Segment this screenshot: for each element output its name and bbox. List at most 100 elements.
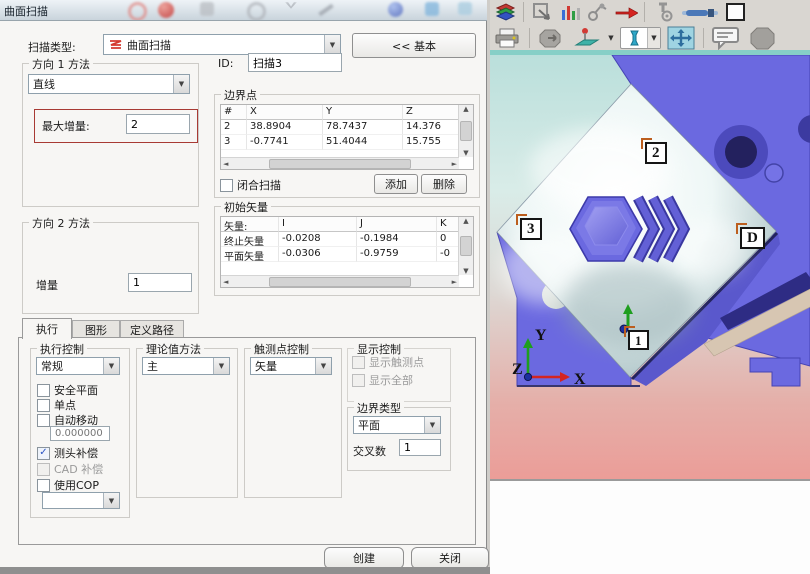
probe-select-combo[interactable]: ▼ xyxy=(620,27,661,49)
checkbox-box[interactable] xyxy=(37,463,50,476)
counterbore-hole xyxy=(714,125,768,179)
hit-control-combo[interactable]: 矢量 ▼ xyxy=(250,357,332,375)
exec-mode-combo[interactable]: 常规 ▼ xyxy=(36,357,120,375)
add-button[interactable]: 添加 xyxy=(374,174,418,194)
col-header[interactable]: J xyxy=(357,217,437,232)
table-cell[interactable]: 终止矢量 xyxy=(221,232,279,247)
histogram-icon[interactable] xyxy=(558,1,582,23)
increment-input[interactable] xyxy=(128,273,192,292)
table-cell[interactable]: 14.376 xyxy=(403,120,459,135)
table-cell[interactable]: -0.0208 xyxy=(279,232,357,247)
auto-move-distance-input[interactable] xyxy=(50,426,110,441)
table-cell[interactable]: -0.1984 xyxy=(357,232,437,247)
checkbox-box[interactable] xyxy=(37,384,50,397)
chevron-down-icon[interactable]: ▼ xyxy=(647,28,660,48)
table-cell[interactable]: 2 xyxy=(221,120,247,135)
scan-type-combo[interactable]: 曲面扫描 ▼ xyxy=(103,34,341,55)
red-arrow-icon[interactable] xyxy=(614,1,638,23)
probe-plane-icon[interactable] xyxy=(572,27,602,49)
vertical-scrollbar[interactable]: ▲▼ xyxy=(458,217,473,275)
vector-select-icon[interactable] xyxy=(530,1,554,23)
probe-target-icon[interactable] xyxy=(651,1,675,23)
col-header[interactable]: # xyxy=(221,105,247,120)
direction1-method-combo[interactable]: 直线 ▼ xyxy=(28,74,190,94)
nominals-combo[interactable]: 主 ▼ xyxy=(142,357,230,375)
checkbox-box[interactable]: ✓ xyxy=(37,447,50,460)
crossings-input[interactable] xyxy=(399,439,441,456)
col-header[interactable]: I xyxy=(279,217,357,232)
feature-marker-3[interactable]: 3 xyxy=(520,218,542,240)
use-cop-checkbox[interactable]: 使用COP xyxy=(37,477,99,493)
feature-marker-d[interactable]: D xyxy=(740,227,765,249)
show-hits-checkbox[interactable]: 显示触测点 xyxy=(352,354,424,370)
robot-arm-icon[interactable] xyxy=(586,1,610,23)
close-button[interactable]: 关闭 xyxy=(411,547,489,569)
horizontal-scrollbar[interactable]: ◄► xyxy=(221,275,459,287)
show-all-checkbox[interactable]: 显示全部 xyxy=(352,372,413,388)
cop-combo[interactable]: ▼ xyxy=(42,492,120,509)
chevron-down-icon[interactable]: ▼ xyxy=(424,417,440,433)
print-icon[interactable] xyxy=(493,27,523,49)
show-all-label: 显示全部 xyxy=(369,372,413,388)
table-cell[interactable]: 15.755 xyxy=(403,135,459,150)
max-increment-input[interactable] xyxy=(126,114,190,134)
single-point-checkbox[interactable]: 单点 xyxy=(37,397,76,413)
cad-comp-checkbox[interactable]: CAD 补偿 xyxy=(37,461,103,477)
layers-icon[interactable] xyxy=(493,1,517,23)
boundary-points-table[interactable]: # X Y Z 2 38.8904 78.7437 14.376 3 -0.77… xyxy=(220,104,474,170)
comment-icon[interactable] xyxy=(710,27,742,49)
checkbox-box[interactable] xyxy=(37,414,50,427)
checkbox-box[interactable] xyxy=(352,374,365,387)
max-increment-label: 最大增量: xyxy=(42,118,90,134)
checkbox-box[interactable] xyxy=(220,179,233,192)
tab-execute[interactable]: 执行 xyxy=(22,318,72,339)
chevron-down-icon[interactable]: ▼ xyxy=(324,35,340,54)
chevron-down-icon[interactable]: ▼ xyxy=(103,358,119,374)
cad-viewport[interactable]: Y X Z xyxy=(490,55,810,479)
table-cell[interactable]: -0.7741 xyxy=(247,135,323,150)
chevron-down-icon[interactable]: ▼ xyxy=(103,493,119,508)
move-view-icon[interactable] xyxy=(665,27,697,49)
chevron-down-icon[interactable]: ▼ xyxy=(606,27,616,49)
table-cell[interactable]: 38.8904 xyxy=(247,120,323,135)
feature-marker-1[interactable]: 1 xyxy=(628,330,649,350)
zoom-slider-icon[interactable] xyxy=(679,1,721,23)
checkbox-box[interactable] xyxy=(352,356,365,369)
delete-button[interactable]: 删除 xyxy=(421,174,467,194)
boundary-type-combo[interactable]: 平面 ▼ xyxy=(353,416,441,434)
horizontal-scrollbar[interactable]: ◄► xyxy=(221,157,459,169)
chevron-down-icon[interactable]: ▼ xyxy=(213,358,229,374)
blank-view-icon[interactable] xyxy=(725,1,745,23)
table-cell[interactable]: 3 xyxy=(221,135,247,150)
table-cell[interactable]: 78.7437 xyxy=(323,120,403,135)
boundary-points-title: 边界点 xyxy=(221,87,260,103)
col-header[interactable]: Y xyxy=(323,105,403,120)
table-cell[interactable]: 平面矢量 xyxy=(221,247,279,262)
table-cell[interactable]: 51.4044 xyxy=(323,135,403,150)
table-cell[interactable]: -0.0306 xyxy=(279,247,357,262)
chevron-down-icon[interactable]: ▼ xyxy=(315,358,331,374)
initial-vectors-table[interactable]: 矢量: I J K 终止矢量 -0.0208 -0.1984 0 平面矢量 -0… xyxy=(220,216,474,288)
probe-comp-checkbox[interactable]: ✓测头补偿 xyxy=(37,445,98,461)
exec-control-title: 执行控制 xyxy=(37,341,87,357)
feature-marker-2[interactable]: 2 xyxy=(645,142,667,164)
chevron-down-icon[interactable]: ▼ xyxy=(173,75,189,93)
table-cell[interactable]: 0 xyxy=(437,232,459,247)
checkbox-box[interactable] xyxy=(37,479,50,492)
col-header[interactable]: Z xyxy=(403,105,459,120)
col-header[interactable]: X xyxy=(247,105,323,120)
col-header[interactable]: 矢量: xyxy=(221,217,279,232)
dialog-titlebar[interactable]: 曲面扫描 xyxy=(0,0,487,21)
col-header[interactable]: K xyxy=(437,217,459,232)
checkbox-box[interactable] xyxy=(37,399,50,412)
safe-plane-checkbox[interactable]: 安全平面 xyxy=(37,382,98,398)
basic-toggle-button[interactable]: << 基本 xyxy=(352,33,476,58)
create-button[interactable]: 创建 xyxy=(324,547,404,569)
vertical-scrollbar[interactable]: ▲▼ xyxy=(458,105,473,157)
stamp-icon[interactable] xyxy=(536,27,568,49)
table-cell[interactable]: -0 xyxy=(437,247,459,262)
table-cell[interactable]: -0.9759 xyxy=(357,247,437,262)
closed-scan-checkbox[interactable]: 闭合扫描 xyxy=(220,177,281,193)
solid-view-icon[interactable] xyxy=(746,27,778,49)
id-input[interactable] xyxy=(248,53,342,72)
